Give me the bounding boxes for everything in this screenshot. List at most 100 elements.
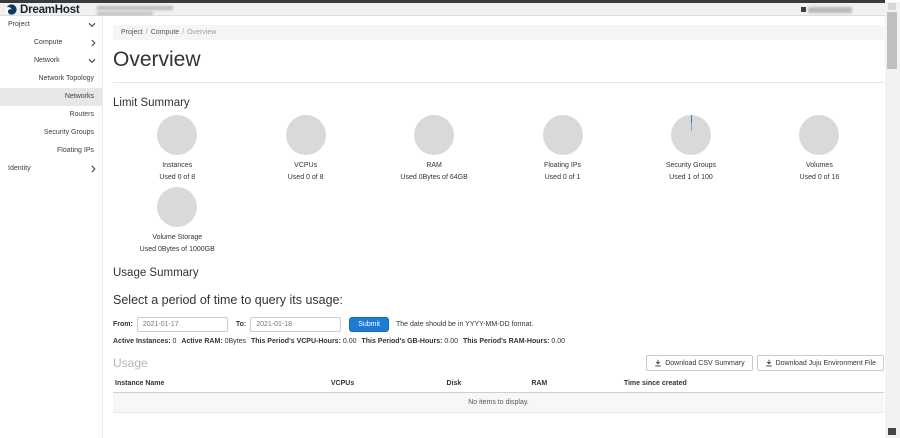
breadcrumb-project[interactable]: Project: [121, 29, 143, 36]
app-header: DreamHost: [0, 3, 885, 16]
to-date-input[interactable]: [250, 317, 341, 332]
sidebar-item-project[interactable]: Project: [0, 16, 102, 34]
breadcrumb-current: Overview: [187, 29, 216, 36]
quota-instances: Instances Used 0 of 8: [113, 115, 241, 181]
dreamhost-logo[interactable]: DreamHost: [6, 3, 80, 16]
sidebar-item-label: Security Groups: [44, 129, 94, 136]
stat-label: Active RAM:: [181, 338, 222, 345]
quota-donut-chart: [286, 115, 326, 155]
usage-query-form: From: To: Submit The date should be in Y…: [113, 317, 884, 332]
col-ram: RAM: [529, 375, 622, 393]
quota-label: RAM: [370, 162, 498, 169]
quota-caption: Used 1 of 100: [627, 174, 755, 181]
quota-caption: Used 0 of 16: [755, 174, 883, 181]
limit-summary-heading: Limit Summary: [113, 97, 884, 109]
download-csv-button[interactable]: Download CSV Summary: [646, 355, 752, 371]
quota-label: Volumes: [755, 162, 883, 169]
quota-security-groups: Security Groups Used 1 of 100: [627, 115, 755, 181]
quota-caption: Used 0Bytes of 64GB: [370, 174, 498, 181]
sidebar-item-networks[interactable]: Networks: [0, 88, 102, 106]
main-content: Project/Compute/Overview Overview Limit …: [104, 16, 900, 438]
chevron-down-icon: [88, 23, 96, 28]
download-juju-button[interactable]: Download Juju Environment File: [757, 355, 884, 371]
sidebar-item-label: Identity: [8, 165, 31, 172]
usage-section-header: Usage Download CSV Summary Download Juju…: [113, 355, 884, 371]
dreamhost-moon-icon: [6, 4, 17, 15]
scrollbar: [885, 2, 900, 438]
quota-volumes: Volumes Used 0 of 16: [755, 115, 883, 181]
chevron-right-icon: [91, 165, 96, 173]
download-juju-label: Download Juju Environment File: [776, 360, 876, 367]
chevron-right-icon: [91, 39, 96, 47]
col-vcpus: VCPUs: [329, 375, 445, 393]
breadcrumb-separator: /: [182, 29, 184, 36]
quota-donut-chart: [671, 115, 711, 155]
quota-vcpus: VCPUs Used 0 of 8: [241, 115, 369, 181]
sidebar-item-security-groups[interactable]: Security Groups: [0, 124, 102, 142]
breadcrumb: Project/Compute/Overview: [113, 25, 884, 40]
to-label: To:: [236, 321, 246, 328]
sidebar-item-label: Compute: [34, 39, 62, 46]
from-date-input[interactable]: [137, 317, 228, 332]
sidebar-item-label: Project: [8, 21, 30, 28]
quota-label: Instances: [113, 162, 241, 169]
sidebar-item-floating-ips[interactable]: Floating IPs: [0, 142, 102, 160]
sidebar-item-label: Network Topology: [38, 75, 94, 82]
download-csv-label: Download CSV Summary: [665, 360, 744, 367]
sidebar-item-network[interactable]: Network: [0, 52, 102, 70]
quota-caption: Used 0 of 1: [498, 174, 626, 181]
col-disk: Disk: [445, 375, 530, 393]
quota-caption: Used 0 of 8: [241, 174, 369, 181]
sidebar-item-label: Network: [34, 57, 60, 64]
redacted-region-label: [97, 12, 153, 16]
sidebar-item-label: Routers: [69, 111, 94, 118]
quota-donut-chart: [157, 187, 197, 227]
scrollbar-thumb[interactable]: [887, 12, 897, 69]
download-buttons: Download CSV Summary Download Juju Envir…: [646, 355, 884, 371]
brand-name: DreamHost: [20, 4, 80, 16]
stat-value: 0.00: [343, 338, 357, 345]
page-title: Overview: [113, 48, 884, 83]
quota-label: Security Groups: [627, 162, 755, 169]
sidebar-item-label: Networks: [65, 93, 94, 100]
quota-label: Volume Storage: [113, 234, 241, 241]
usage-table: Instance Name VCPUs Disk RAM Time since …: [113, 375, 884, 413]
stat-value: 0Bytes: [225, 338, 246, 345]
breadcrumb-compute[interactable]: Compute: [151, 29, 179, 36]
sidebar-item-identity[interactable]: Identity: [0, 160, 102, 178]
col-instance-name: Instance Name: [113, 375, 329, 393]
quota-donut-chart: [414, 115, 454, 155]
stat-label: This Period's VCPU-Hours:: [251, 338, 341, 345]
submit-button[interactable]: Submit: [349, 317, 389, 332]
redacted-user-name: [808, 7, 852, 13]
usage-table-title: Usage: [113, 356, 148, 370]
scrollbar-down-button[interactable]: [888, 428, 896, 435]
download-icon: [765, 359, 773, 367]
scrollbar-up-button[interactable]: [888, 3, 896, 10]
quota-label: VCPUs: [241, 162, 369, 169]
sidebar-item-routers[interactable]: Routers: [0, 106, 102, 124]
stat-label: This Period's RAM-Hours:: [463, 338, 549, 345]
quota-caption: Used 0 of 8: [113, 174, 241, 181]
quota-donut-chart: [799, 115, 839, 155]
sidebar-item-network-topology[interactable]: Network Topology: [0, 70, 102, 88]
from-label: From:: [113, 321, 133, 328]
usage-summary-heading: Usage Summary: [113, 267, 884, 279]
quota-donut-chart: [543, 115, 583, 155]
sidebar-item-label: Floating IPs: [57, 147, 94, 154]
usage-query-prompt: Select a period of time to query its usa…: [113, 293, 884, 307]
quota-floating-ips: Floating IPs Used 0 of 1: [498, 115, 626, 181]
user-menu[interactable]: [801, 7, 852, 13]
sidebar-item-compute[interactable]: Compute: [0, 34, 102, 52]
download-icon: [654, 359, 662, 367]
redacted-project-selector[interactable]: [97, 6, 173, 10]
sidebar-nav: Project Compute Network Network Topology…: [0, 16, 103, 438]
quota-ram: RAM Used 0Bytes of 64GB: [370, 115, 498, 181]
quota-volume-storage: Volume Storage Used 0Bytes of 1000GB: [113, 187, 241, 253]
stat-label: Active Instances:: [113, 338, 171, 345]
breadcrumb-separator: /: [146, 29, 148, 36]
quota-donut-chart: [157, 115, 197, 155]
user-icon: [801, 7, 806, 12]
usage-table-header-row: Instance Name VCPUs Disk RAM Time since …: [113, 375, 884, 393]
chevron-down-icon: [88, 59, 96, 64]
